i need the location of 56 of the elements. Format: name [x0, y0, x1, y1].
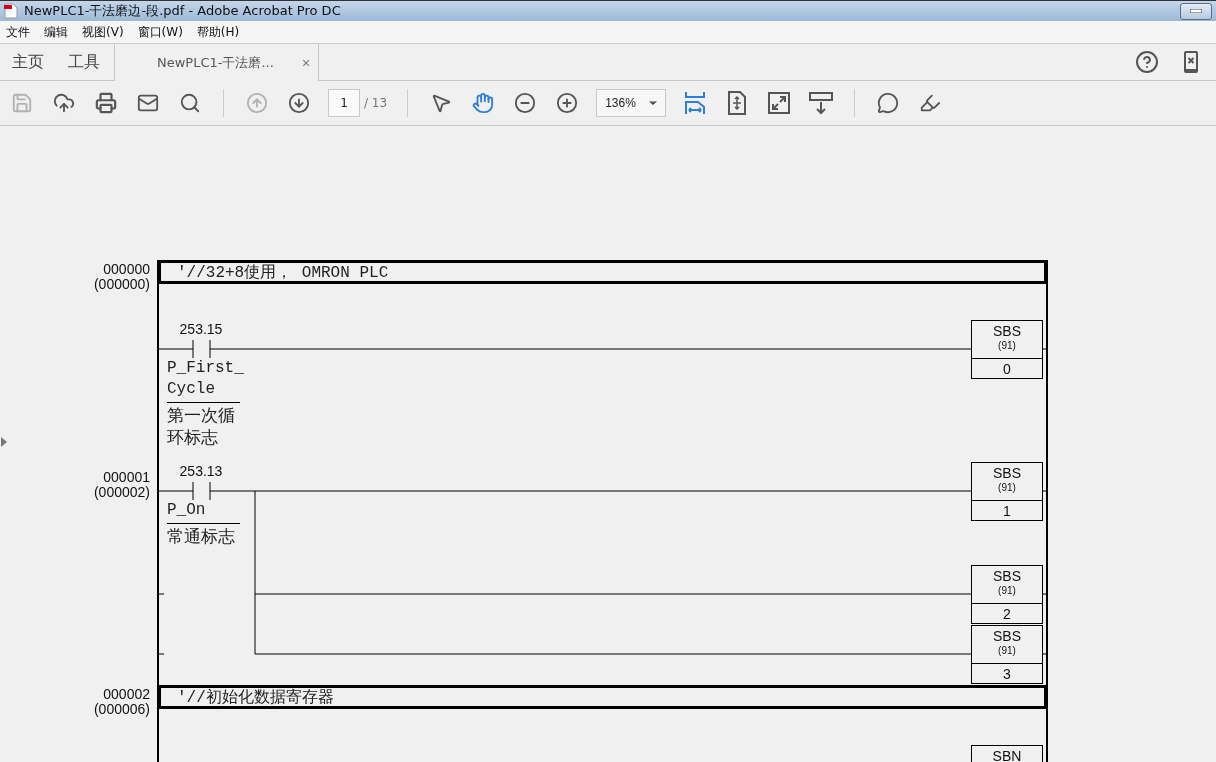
menu-item[interactable]: 编辑 — [44, 23, 68, 41]
instruction-name: SBN — [992, 748, 1022, 762]
rung-address: (000006) — [93, 702, 150, 717]
contact-address: 253.13 — [179, 463, 223, 479]
variable-name: P_First_Cycle — [167, 358, 244, 400]
printer-icon[interactable] — [93, 90, 119, 116]
instruction-name: SBS — [993, 465, 1021, 481]
menu-item[interactable]: 窗口(W) — [137, 23, 183, 41]
ladder-wire — [157, 593, 165, 595]
rung-number: 000002 — [102, 687, 150, 702]
contact-symbol — [192, 339, 211, 359]
arrow-down-circle-icon[interactable] — [286, 90, 312, 116]
rung-number: 000000 — [102, 262, 150, 277]
close-tab-button[interactable]: × — [301, 54, 311, 71]
instruction-code: (91) — [998, 339, 1016, 353]
variable-name: P_On — [167, 500, 207, 521]
instruction-operand: 1 — [972, 500, 1042, 520]
ladder-wire — [157, 653, 165, 655]
menu-item[interactable]: 视图(V) — [82, 23, 124, 41]
rung-comment: '//初始化数据寄存器 — [177, 687, 334, 708]
document-tab[interactable]: NewPLC1-干法磨... × — [114, 44, 320, 81]
instruction-name: SBS — [993, 323, 1021, 339]
page-number-field[interactable]: 1 — [328, 89, 360, 117]
page-count: / 13 — [364, 96, 388, 110]
rung-comment: '//32+8使用， OMRON PLC — [177, 262, 389, 283]
nav-tab[interactable]: 主页 — [0, 44, 56, 80]
menu-item[interactable]: 文件 — [6, 23, 30, 41]
expand-icon[interactable] — [766, 90, 793, 116]
minimize-button[interactable] — [1180, 2, 1212, 20]
instruction-name: SBS — [993, 628, 1021, 644]
instruction-name: SBS — [993, 568, 1021, 584]
nav-tab[interactable]: 工具 — [56, 44, 112, 80]
rung-address: (000002) — [93, 485, 150, 500]
instruction-operand: 2 — [972, 603, 1042, 623]
document-tab-label: NewPLC1-干法磨... — [157, 53, 274, 72]
zoom-dropdown[interactable]: 136% — [596, 89, 667, 117]
variable-comment: 第一次循环标志 — [167, 402, 241, 449]
variable-comment: 常通标志 — [167, 523, 241, 548]
help-icon[interactable] — [1134, 49, 1160, 75]
rung-address: (000000) — [93, 277, 150, 292]
pdf-file-icon — [4, 3, 18, 19]
window-title: NewPLC1-干法磨边-段.pdf - Adobe Acrobat Pro DC — [24, 2, 342, 20]
instruction-code: (91) — [998, 584, 1016, 598]
rung-number: 000001 — [102, 470, 150, 485]
read-mode-icon[interactable] — [808, 90, 835, 116]
expand-panel-icon[interactable] — [1, 437, 7, 447]
instruction-code: (91) — [998, 481, 1016, 495]
minimize-icon — [1190, 9, 1202, 13]
contact-symbol — [192, 481, 211, 501]
instruction-code: (91) — [998, 644, 1016, 658]
contact-address: 253.15 — [179, 321, 223, 337]
menu-item[interactable]: 帮助(H) — [196, 23, 240, 41]
ladder-wire — [157, 348, 194, 350]
ladder-wire — [157, 490, 194, 492]
instruction-operand: 3 — [972, 663, 1042, 683]
instruction-operand: 0 — [972, 358, 1042, 378]
